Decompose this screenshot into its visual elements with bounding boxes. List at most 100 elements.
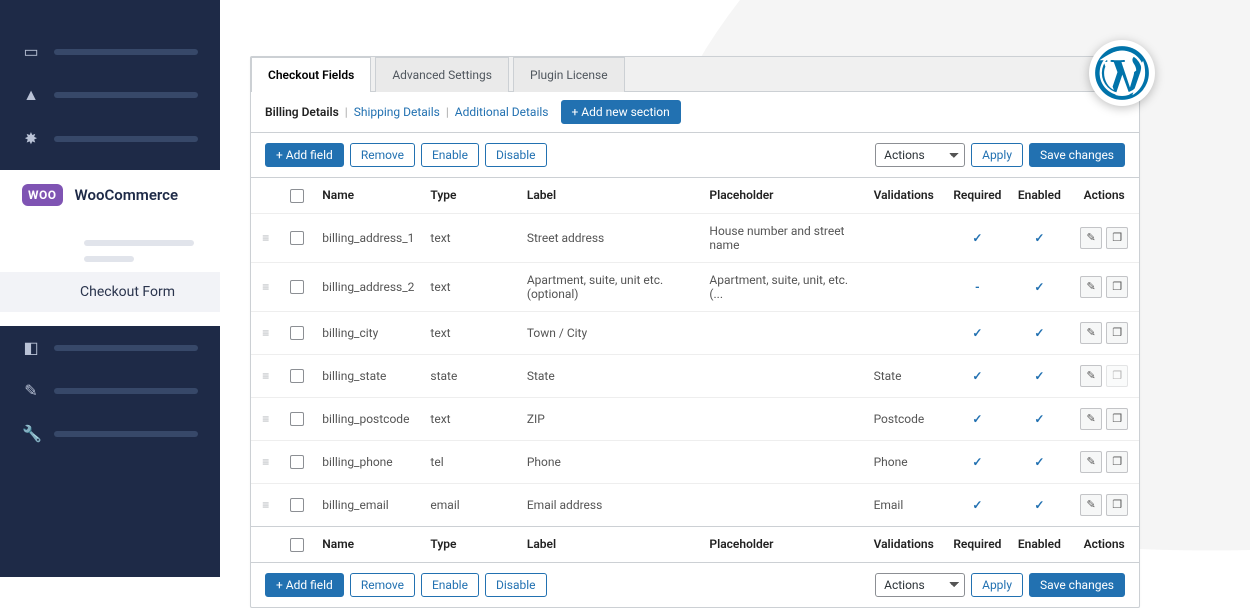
placeholder-line bbox=[54, 345, 198, 351]
drag-handle-icon[interactable]: ≡ bbox=[262, 498, 269, 512]
cell-type: text bbox=[422, 262, 518, 311]
required-indicator: ✓ bbox=[972, 326, 982, 340]
toolbar-bottom: + Add field Remove Enable Disable Action… bbox=[251, 562, 1139, 607]
cell-name: billing_state bbox=[314, 354, 422, 397]
placeholder-line bbox=[54, 92, 198, 98]
edit-icon[interactable]: ✎ bbox=[1080, 276, 1102, 298]
woo-logo: WOO bbox=[22, 184, 63, 206]
edit-icon[interactable]: ✎ bbox=[1080, 451, 1102, 473]
required-indicator: ✓ bbox=[972, 455, 982, 469]
copy-icon[interactable]: ❐ bbox=[1106, 276, 1128, 298]
brush-icon: ✎ bbox=[22, 381, 40, 400]
tab-checkout-fields[interactable]: Checkout Fields bbox=[251, 57, 371, 92]
edit-icon[interactable]: ✎ bbox=[1080, 227, 1102, 249]
placeholder-line bbox=[54, 136, 198, 142]
row-checkbox[interactable] bbox=[290, 412, 304, 426]
sidebar-item-label: WooCommerce bbox=[75, 186, 179, 204]
add-field-button[interactable]: + Add field bbox=[265, 573, 344, 597]
separator: | bbox=[345, 105, 348, 119]
copy-icon[interactable]: ❐ bbox=[1106, 227, 1128, 249]
table-row: ≡billing_address_1textStreet addressHous… bbox=[251, 213, 1139, 262]
cell-placeholder: House number and street name bbox=[701, 213, 865, 262]
drag-handle-icon[interactable]: ≡ bbox=[262, 455, 269, 469]
row-checkbox[interactable] bbox=[290, 369, 304, 383]
add-section-button[interactable]: + Add new section bbox=[561, 100, 681, 124]
row-checkbox[interactable] bbox=[290, 498, 304, 512]
row-checkbox[interactable] bbox=[290, 280, 304, 294]
settings-panel: Checkout Fields Advanced Settings Plugin… bbox=[250, 56, 1140, 608]
cell-type: text bbox=[422, 311, 518, 354]
table-row: ≡billing_emailemailEmail addressEmail✓✓✎… bbox=[251, 483, 1139, 526]
apply-button[interactable]: Apply bbox=[971, 143, 1023, 167]
gear-icon: ✸ bbox=[22, 129, 40, 148]
copy-icon: ❐ bbox=[1106, 365, 1128, 387]
drag-handle-icon[interactable]: ≡ bbox=[262, 231, 269, 245]
edit-icon[interactable]: ✎ bbox=[1080, 408, 1102, 430]
copy-icon[interactable]: ❐ bbox=[1106, 451, 1128, 473]
add-field-button[interactable]: + Add field bbox=[265, 143, 344, 167]
select-all-checkbox[interactable] bbox=[290, 189, 304, 203]
table-row: ≡billing_postcodetextZIPPostcode✓✓✎❐ bbox=[251, 397, 1139, 440]
drag-handle-icon[interactable]: ≡ bbox=[262, 280, 269, 294]
sidebar-item-placeholder[interactable]: ▭ bbox=[0, 30, 220, 73]
placeholder-line bbox=[54, 49, 198, 55]
bulk-actions-select[interactable]: Actions bbox=[875, 573, 965, 597]
tab-plugin-license[interactable]: Plugin License bbox=[513, 57, 625, 92]
toolbar-top: + Add field Remove Enable Disable Action… bbox=[251, 132, 1139, 177]
bulk-actions-select[interactable]: Actions bbox=[875, 143, 965, 167]
cell-type: email bbox=[422, 483, 518, 526]
cell-placeholder bbox=[701, 397, 865, 440]
table-row: ≡billing_citytextTown / City✓✓✎❐ bbox=[251, 311, 1139, 354]
edit-icon[interactable]: ✎ bbox=[1080, 322, 1102, 344]
enabled-indicator: ✓ bbox=[1034, 455, 1044, 469]
cell-validation: Postcode bbox=[866, 397, 946, 440]
sidebar-item-placeholder[interactable]: ✎ bbox=[0, 369, 220, 412]
sidebar-item-woocommerce[interactable]: WOO WooCommerce bbox=[0, 170, 220, 220]
enabled-indicator: ✓ bbox=[1034, 280, 1044, 294]
placeholder-line bbox=[84, 240, 194, 246]
section-link-billing[interactable]: Billing Details bbox=[265, 105, 339, 119]
row-checkbox[interactable] bbox=[290, 231, 304, 245]
save-changes-button[interactable]: Save changes bbox=[1029, 573, 1125, 597]
sidebar-item-placeholder[interactable]: ▲ bbox=[0, 73, 220, 117]
apply-button[interactable]: Apply bbox=[971, 573, 1023, 597]
sidebar-item-placeholder[interactable]: ✸ bbox=[0, 117, 220, 160]
remove-button[interactable]: Remove bbox=[350, 143, 415, 167]
cell-validation bbox=[866, 262, 946, 311]
select-all-checkbox[interactable] bbox=[290, 538, 304, 552]
sidebar-item-placeholder[interactable]: 🔧 bbox=[0, 412, 220, 455]
wordpress-badge bbox=[1089, 40, 1155, 106]
edit-icon[interactable]: ✎ bbox=[1080, 365, 1102, 387]
drag-handle-icon[interactable]: ≡ bbox=[262, 412, 269, 426]
sidebar-item-placeholder[interactable]: ◧ bbox=[0, 326, 220, 369]
disable-button[interactable]: Disable bbox=[485, 573, 547, 597]
enabled-indicator: ✓ bbox=[1034, 326, 1044, 340]
disable-button[interactable]: Disable bbox=[485, 143, 547, 167]
cell-name: billing_address_2 bbox=[314, 262, 422, 311]
edit-icon[interactable]: ✎ bbox=[1080, 494, 1102, 516]
remove-button[interactable]: Remove bbox=[350, 573, 415, 597]
copy-icon[interactable]: ❐ bbox=[1106, 408, 1128, 430]
drag-handle-icon[interactable]: ≡ bbox=[262, 369, 269, 383]
cell-label: Apartment, suite, unit etc. (optional) bbox=[519, 262, 702, 311]
enable-button[interactable]: Enable bbox=[421, 143, 479, 167]
row-checkbox[interactable] bbox=[290, 326, 304, 340]
cell-placeholder bbox=[701, 354, 865, 397]
cell-validation: Phone bbox=[866, 440, 946, 483]
required-indicator: ✓ bbox=[972, 498, 982, 512]
section-link-shipping[interactable]: Shipping Details bbox=[354, 105, 440, 119]
drag-handle-icon[interactable]: ≡ bbox=[262, 326, 269, 340]
copy-icon[interactable]: ❐ bbox=[1106, 494, 1128, 516]
comment-icon: ▭ bbox=[22, 42, 40, 61]
required-indicator: - bbox=[975, 280, 980, 294]
section-link-additional[interactable]: Additional Details bbox=[455, 105, 549, 119]
save-changes-button[interactable]: Save changes bbox=[1029, 143, 1125, 167]
cell-label: Phone bbox=[519, 440, 702, 483]
enabled-indicator: ✓ bbox=[1034, 369, 1044, 383]
tab-advanced-settings[interactable]: Advanced Settings bbox=[375, 57, 509, 92]
sidebar-subitem-checkout-form[interactable]: Checkout Form bbox=[0, 272, 220, 312]
fields-table: Name Type Label Placeholder Validations … bbox=[251, 177, 1139, 562]
row-checkbox[interactable] bbox=[290, 455, 304, 469]
enable-button[interactable]: Enable bbox=[421, 573, 479, 597]
copy-icon[interactable]: ❐ bbox=[1106, 322, 1128, 344]
